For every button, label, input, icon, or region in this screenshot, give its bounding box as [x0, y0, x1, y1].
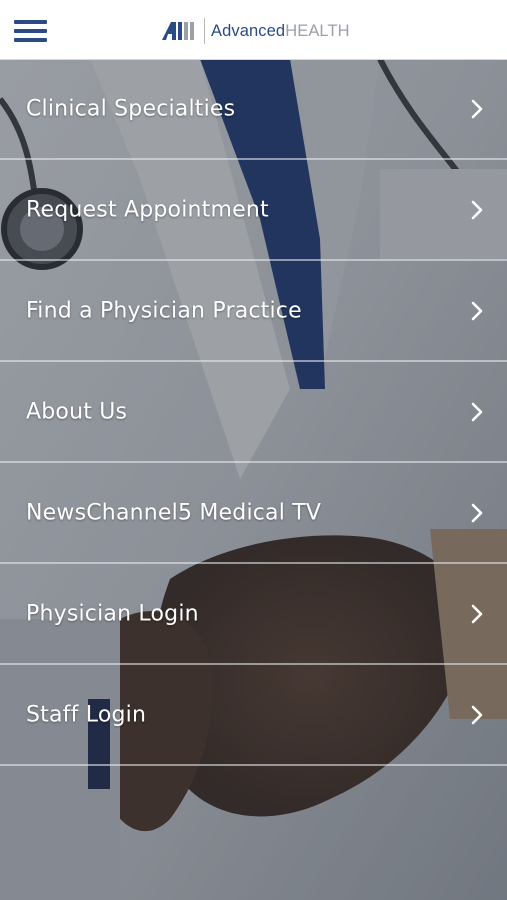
advanced-health-logo[interactable]: AdvancedHEALTH: [162, 18, 350, 44]
menu-item-label: Clinical Specialties: [26, 96, 236, 121]
menu-item-staff-login[interactable]: Staff Login: [0, 665, 507, 766]
hamburger-menu-icon[interactable]: [14, 17, 48, 43]
main-menu: Clinical Specialties Request Appointment…: [0, 59, 507, 766]
menu-item-find-physician-practice[interactable]: Find a Physician Practice: [0, 261, 507, 362]
menu-item-label: Physician Login: [26, 601, 199, 626]
menu-item-label: Find a Physician Practice: [26, 298, 302, 323]
chevron-right-icon: [471, 503, 483, 522]
chevron-right-icon: [471, 200, 483, 219]
menu-item-newschannel5-medical-tv[interactable]: NewsChannel5 Medical TV: [0, 463, 507, 564]
chevron-right-icon: [471, 604, 483, 623]
menu-item-label: Request Appointment: [26, 197, 269, 222]
menu-item-label: Staff Login: [26, 702, 147, 727]
logo-text-advanced: Advanced: [211, 21, 286, 40]
chevron-right-icon: [471, 301, 483, 320]
app-header: AdvancedHEALTH: [0, 0, 507, 60]
logo-divider: [204, 18, 205, 44]
menu-item-about-us[interactable]: About Us: [0, 362, 507, 463]
logo-text-health: HEALTH: [285, 21, 350, 40]
menu-item-clinical-specialties[interactable]: Clinical Specialties: [0, 59, 507, 160]
menu-item-label: About Us: [26, 399, 128, 424]
menu-item-physician-login[interactable]: Physician Login: [0, 564, 507, 665]
logo-wordmark: AdvancedHEALTH: [211, 22, 350, 41]
chevron-right-icon: [471, 99, 483, 118]
chevron-right-icon: [471, 705, 483, 724]
menu-item-request-appointment[interactable]: Request Appointment: [0, 160, 507, 261]
menu-item-label: NewsChannel5 Medical TV: [26, 500, 322, 525]
logo-mark-icon: [162, 22, 194, 40]
chevron-right-icon: [471, 402, 483, 421]
